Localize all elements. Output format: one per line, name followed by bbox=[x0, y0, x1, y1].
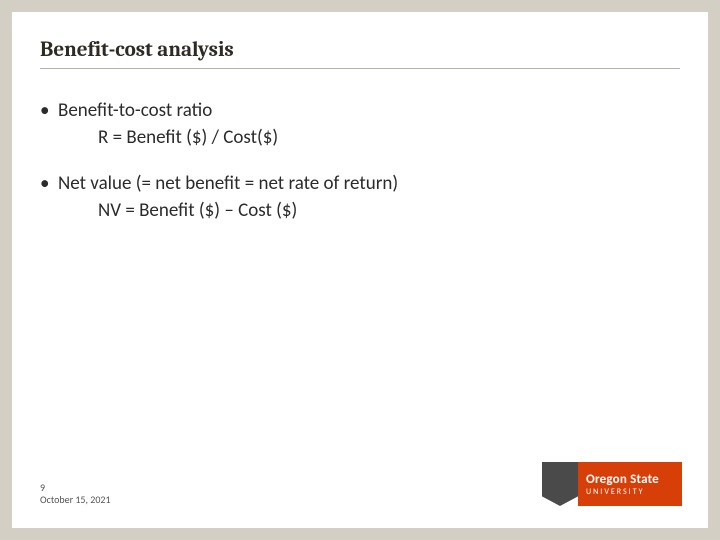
footer-date: October 15, 2021 bbox=[40, 494, 111, 506]
list-item: Benefit-to-cost ratio R = Benefit ($) / … bbox=[58, 99, 680, 150]
bullet-subtext: R = Benefit ($) / Cost($) bbox=[58, 126, 680, 151]
list-item: Net value (= net benefit = net rate of r… bbox=[58, 172, 680, 223]
logo-line2: UNIVERSITY bbox=[586, 488, 674, 496]
logo-line1: Oregon State bbox=[586, 473, 674, 487]
footer: 9 October 15, 2021 bbox=[40, 482, 111, 506]
logo-text: Oregon State UNIVERSITY bbox=[578, 462, 682, 506]
title-block: Benefit-cost analysis bbox=[12, 12, 708, 75]
bullet-subtext: NV = Benefit ($) – Cost ($) bbox=[58, 199, 680, 224]
title-rule bbox=[40, 68, 680, 69]
university-logo: Oregon State UNIVERSITY bbox=[542, 462, 682, 506]
bullet-list: Benefit-to-cost ratio R = Benefit ($) / … bbox=[40, 99, 680, 224]
logo-crest-icon bbox=[542, 462, 578, 506]
slide-frame: Benefit-cost analysis Benefit-to-cost ra… bbox=[0, 0, 720, 540]
content-area: Benefit-to-cost ratio R = Benefit ($) / … bbox=[12, 75, 708, 224]
bullet-text: Benefit-to-cost ratio bbox=[58, 99, 212, 122]
bullet-text: Net value (= net benefit = net rate of r… bbox=[58, 172, 398, 195]
slide-title: Benefit-cost analysis bbox=[40, 38, 680, 62]
